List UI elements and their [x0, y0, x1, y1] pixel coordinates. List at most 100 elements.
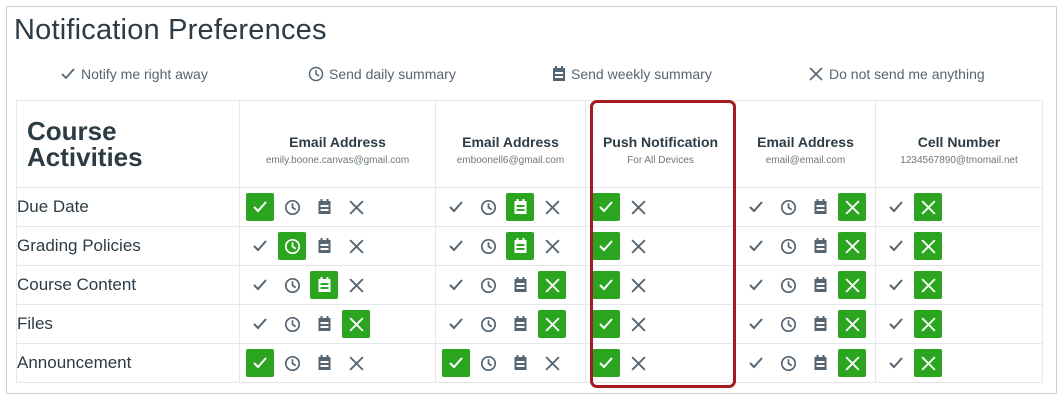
calendar-option-button[interactable] [310, 193, 338, 221]
check-icon [448, 317, 464, 331]
clock-icon [308, 66, 324, 82]
check-icon [888, 278, 904, 292]
check-option-button[interactable] [442, 310, 470, 338]
check-option-button[interactable] [592, 349, 620, 377]
calendar-option-button[interactable] [310, 310, 338, 338]
clock-option-button[interactable] [474, 310, 502, 338]
channel-address: email@email.com [765, 155, 846, 166]
clock-option-button[interactable] [278, 232, 306, 260]
legend-label: Send daily summary [329, 66, 456, 82]
check-option-button[interactable] [246, 232, 274, 260]
x-option-button[interactable] [538, 349, 566, 377]
check-option-button[interactable] [246, 349, 274, 377]
x-option-button[interactable] [914, 349, 942, 377]
check-option-button[interactable] [442, 193, 470, 221]
x-option-button[interactable] [342, 271, 370, 299]
clock-option-button[interactable] [474, 349, 502, 377]
clock-option-button[interactable] [774, 271, 802, 299]
check-option-button[interactable] [882, 349, 910, 377]
clock-icon [480, 316, 497, 333]
x-option-button[interactable] [624, 310, 652, 338]
clock-option-button[interactable] [774, 193, 802, 221]
clock-option-button[interactable] [774, 310, 802, 338]
check-option-button[interactable] [742, 310, 770, 338]
calendar-icon [813, 277, 828, 293]
check-option-button[interactable] [246, 271, 274, 299]
check-option-button[interactable] [742, 349, 770, 377]
legend-label: Do not send me anything [829, 66, 985, 82]
calendar-icon [317, 199, 332, 215]
clock-option-button[interactable] [474, 232, 502, 260]
clock-option-button[interactable] [278, 349, 306, 377]
calendar-option-button[interactable] [506, 193, 534, 221]
x-option-button[interactable] [538, 232, 566, 260]
check-option-button[interactable] [592, 193, 620, 221]
x-option-button[interactable] [538, 271, 566, 299]
calendar-option-button[interactable] [806, 349, 834, 377]
x-option-button[interactable] [624, 349, 652, 377]
clock-icon [480, 199, 497, 216]
x-option-button[interactable] [624, 271, 652, 299]
check-option-button[interactable] [882, 232, 910, 260]
x-option-button[interactable] [838, 232, 866, 260]
clock-option-button[interactable] [474, 271, 502, 299]
channel-cell [735, 187, 876, 227]
check-option-button[interactable] [246, 193, 274, 221]
check-option-button[interactable] [246, 310, 274, 338]
legend-label: Notify me right away [81, 66, 208, 82]
check-option-button[interactable] [742, 193, 770, 221]
clock-option-button[interactable] [774, 349, 802, 377]
check-option-button[interactable] [442, 232, 470, 260]
clock-option-button[interactable] [774, 232, 802, 260]
check-option-button[interactable] [882, 271, 910, 299]
x-option-button[interactable] [538, 193, 566, 221]
check-icon [598, 356, 614, 370]
calendar-option-button[interactable] [310, 232, 338, 260]
calendar-option-button[interactable] [806, 193, 834, 221]
check-option-button[interactable] [742, 232, 770, 260]
clock-option-button[interactable] [278, 271, 306, 299]
check-option-button[interactable] [592, 310, 620, 338]
x-option-button[interactable] [624, 193, 652, 221]
x-option-button[interactable] [914, 310, 942, 338]
clock-option-button[interactable] [278, 310, 306, 338]
x-option-button[interactable] [838, 349, 866, 377]
x-option-button[interactable] [342, 310, 370, 338]
calendar-option-button[interactable] [310, 271, 338, 299]
x-option-button[interactable] [838, 271, 866, 299]
x-option-button[interactable] [914, 271, 942, 299]
x-option-button[interactable] [914, 232, 942, 260]
x-option-button[interactable] [914, 193, 942, 221]
x-option-button[interactable] [538, 310, 566, 338]
x-option-button[interactable] [624, 232, 652, 260]
x-option-button[interactable] [838, 310, 866, 338]
check-option-button[interactable] [442, 271, 470, 299]
calendar-option-button[interactable] [310, 349, 338, 377]
x-option-button[interactable] [838, 193, 866, 221]
calendar-option-button[interactable] [506, 232, 534, 260]
calendar-option-button[interactable] [506, 310, 534, 338]
check-icon [598, 200, 614, 214]
channel-header: Cell Number 1234567890@tmomail.net [875, 100, 1043, 188]
clock-option-button[interactable] [474, 193, 502, 221]
calendar-option-button[interactable] [806, 232, 834, 260]
channel-label: Email Address [289, 134, 386, 150]
x-option-button[interactable] [342, 232, 370, 260]
clock-option-button[interactable] [278, 193, 306, 221]
check-option-button[interactable] [592, 271, 620, 299]
calendar-option-button[interactable] [806, 271, 834, 299]
check-option-button[interactable] [442, 349, 470, 377]
calendar-icon [513, 355, 528, 371]
x-option-button[interactable] [342, 349, 370, 377]
calendar-option-button[interactable] [506, 271, 534, 299]
check-option-button[interactable] [592, 232, 620, 260]
x-option-button[interactable] [342, 193, 370, 221]
check-option-button[interactable] [882, 310, 910, 338]
x-icon [544, 238, 561, 255]
calendar-icon [813, 316, 828, 332]
calendar-icon [513, 199, 528, 215]
check-option-button[interactable] [882, 193, 910, 221]
calendar-option-button[interactable] [506, 349, 534, 377]
check-option-button[interactable] [742, 271, 770, 299]
calendar-option-button[interactable] [806, 310, 834, 338]
